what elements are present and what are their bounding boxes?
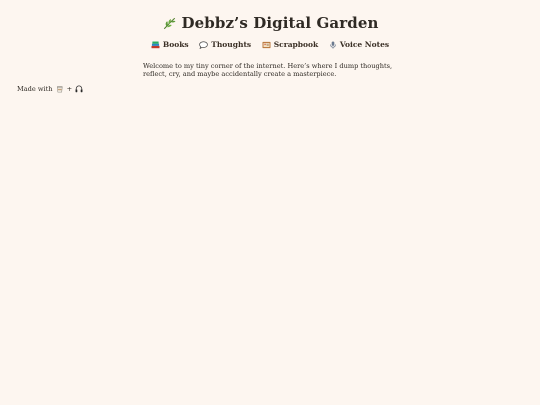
coffee-cup-icon: [56, 86, 63, 93]
herb-leaf-icon: [163, 17, 176, 29]
intro-text: Welcome to my tiny corner of the interne…: [143, 62, 393, 78]
footer: Made with +: [17, 85, 83, 93]
nav-link-thoughts[interactable]: Thoughts: [199, 40, 251, 49]
site-title-text: Debbz’s Digital Garden: [181, 14, 379, 32]
scrapbook-icon: [262, 41, 271, 48]
nav-link-voice-notes[interactable]: Voice Notes: [329, 40, 389, 49]
headphones-icon: [75, 85, 83, 93]
main-nav: Books Thoughts Scrapbook Voice Notes: [0, 40, 540, 51]
nav-link-scrapbook[interactable]: Scrapbook: [262, 40, 318, 49]
footer-joiner: +: [66, 85, 73, 93]
books-icon: [151, 41, 160, 48]
site-header: Debbz’s Digital Garden: [0, 14, 540, 35]
microphone-icon: [330, 40, 336, 49]
nav-label-thoughts: Thoughts: [211, 40, 252, 49]
site-title: Debbz’s Digital Garden: [162, 14, 379, 32]
footer-prefix: Made with: [17, 85, 53, 93]
nav-label-books: Books: [162, 40, 189, 49]
nav-label-voice-notes: Voice Notes: [339, 40, 390, 49]
nav-label-scrapbook: Scrapbook: [273, 40, 319, 49]
nav-link-books[interactable]: Books: [151, 40, 189, 49]
speech-bubble-icon: [199, 40, 209, 49]
